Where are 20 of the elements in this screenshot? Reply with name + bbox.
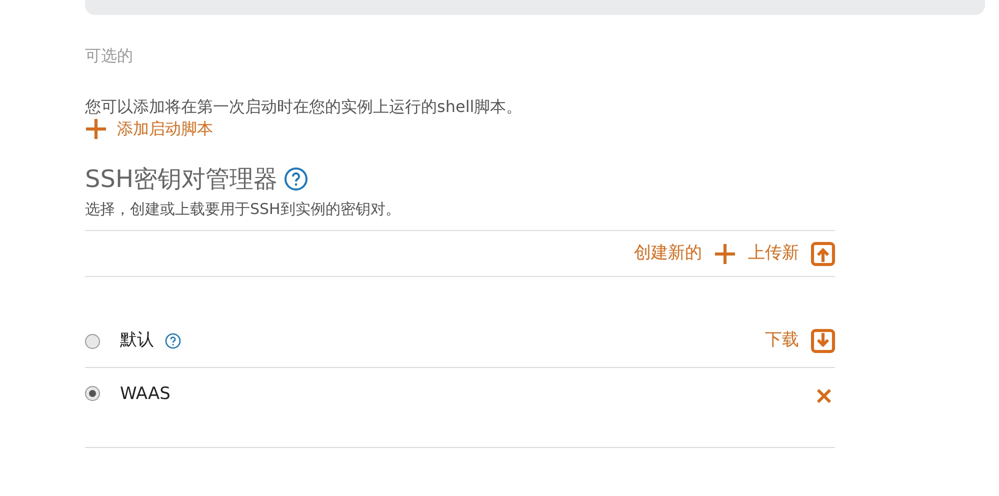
download-icon bbox=[811, 329, 835, 353]
upload-new-button[interactable]: 上传新 bbox=[748, 240, 835, 266]
optional-label: 可选的 bbox=[85, 45, 133, 67]
section-title: SSH密钥对管理器 bbox=[85, 164, 278, 195]
close-icon bbox=[816, 388, 832, 404]
upload-icon bbox=[811, 242, 835, 266]
plus-icon bbox=[714, 242, 736, 264]
radio-button[interactable] bbox=[85, 386, 100, 401]
key-name: 默认 bbox=[120, 329, 154, 352]
create-new-button[interactable]: 创建新的 bbox=[634, 240, 736, 266]
help-icon[interactable] bbox=[165, 333, 181, 349]
key-name: WAAS bbox=[120, 383, 170, 406]
radio-button[interactable] bbox=[85, 334, 100, 348]
plus-icon bbox=[85, 118, 107, 140]
delete-button[interactable] bbox=[816, 388, 832, 404]
download-button[interactable]: 下载 bbox=[765, 328, 835, 354]
description-text: 您可以添加将在第一次启动时在您的实例上运行的shell脚本。 bbox=[85, 96, 522, 118]
help-icon[interactable] bbox=[284, 167, 308, 191]
section-subtitle: 选择，创建或上载要用于SSH到实例的密钥对。 bbox=[85, 199, 400, 220]
add-script-link[interactable]: 添加启动脚本 bbox=[85, 118, 213, 140]
